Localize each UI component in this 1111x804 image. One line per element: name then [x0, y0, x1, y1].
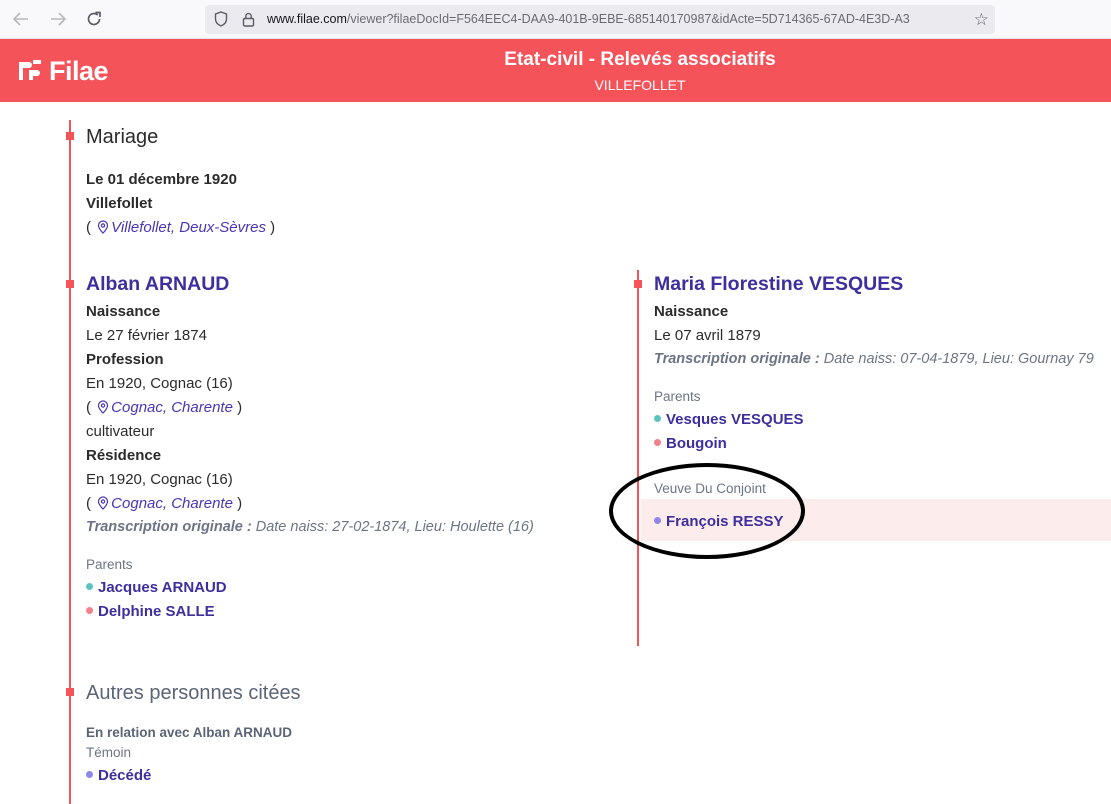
transcription-label: Transcription originale : — [654, 351, 820, 367]
event-date: Le 01 décembre 1920 — [86, 171, 237, 188]
role-label: Témoin — [86, 745, 132, 760]
place-link[interactable]: Cognac, Charente — [111, 495, 233, 512]
page-title: Etat-civil - Relevés associatifs — [504, 49, 776, 70]
groom-residence-where: En 1920, Cognac (16) — [86, 471, 233, 488]
paren: ) — [270, 219, 276, 236]
reload-icon[interactable] — [82, 8, 106, 30]
groom-residence-label: Résidence — [86, 447, 162, 464]
paren: ) — [237, 495, 243, 512]
others-title: Autres personnes citées — [86, 682, 301, 704]
filae-logo[interactable]: Filae — [15, 54, 109, 88]
timeline-marker — [66, 688, 74, 696]
person-name: Bougoin — [666, 435, 727, 452]
timeline-marker — [66, 132, 74, 140]
groom-birth-date: Le 27 février 1874 — [86, 327, 207, 344]
timeline-marker — [634, 280, 642, 288]
back-icon[interactable] — [9, 8, 33, 30]
other-dot-icon — [86, 771, 93, 778]
paren: ( — [86, 399, 91, 416]
lock-icon[interactable] — [240, 11, 256, 27]
relation-label: En relation avec Alban ARNAUD — [86, 725, 293, 740]
bride-name[interactable]: Maria Florestine VESQUES — [654, 273, 903, 296]
bride-transcription: Transcription originale : Date naiss: 07… — [654, 351, 1094, 367]
groom-name[interactable]: Alban ARNAUD — [86, 273, 229, 296]
groom-parents-label: Parents — [86, 557, 133, 572]
star-icon[interactable]: ☆ — [974, 10, 989, 30]
shield-icon[interactable] — [213, 11, 229, 27]
browser-toolbar: www.filae.com/viewer?filaeDocId=F564EEC4… — [0, 0, 1111, 39]
groom-profession-place: ( Cognac, Charente ) — [86, 399, 242, 416]
person-name: Vesques VESQUES — [666, 411, 804, 428]
site-header: Filae Etat-civil - Relevés associatifs V… — [0, 39, 1111, 102]
bride-birth-label: Naissance — [654, 303, 729, 320]
person-name: Jacques ARNAUD — [98, 579, 227, 596]
transcription-value: Date naiss: 07-04-1879, Lieu: Gournay 79 — [823, 351, 1094, 367]
timeline-line — [637, 270, 639, 646]
male-dot-icon — [654, 415, 661, 422]
groom-residence-place: ( Cognac, Charente ) — [86, 495, 242, 512]
page-subtitle: VILLEFOLLET — [594, 77, 686, 93]
place-link[interactable]: Villefollet, Deux-Sèvres — [111, 219, 266, 236]
person-name: Décédé — [98, 767, 152, 784]
event-town: Villefollet — [86, 195, 153, 212]
groom-transcription: Transcription originale : Date naiss: 27… — [86, 519, 534, 535]
person-name: Delphine SALLE — [98, 603, 215, 620]
address-bar[interactable]: www.filae.com/viewer?filaeDocId=F564EEC4… — [205, 5, 995, 34]
location-pin-icon — [98, 220, 109, 234]
location-pin-icon — [98, 400, 109, 414]
timeline-line — [69, 120, 71, 804]
url-text[interactable]: www.filae.com/viewer?filaeDocId=F564EEC4… — [267, 12, 959, 26]
male-dot-icon — [86, 583, 93, 590]
location-pin-icon — [98, 496, 109, 510]
bride-father-link[interactable]: Vesques VESQUES — [654, 411, 804, 428]
annotation-circle — [609, 463, 805, 559]
event-title: Mariage — [86, 126, 159, 148]
groom-profession-label: Profession — [86, 351, 164, 368]
witness-link[interactable]: Décédé — [86, 767, 151, 784]
bride-mother-link[interactable]: Bougoin — [654, 435, 727, 452]
bride-parents-label: Parents — [654, 389, 701, 404]
transcription-label: Transcription originale : — [86, 519, 252, 535]
groom-profession-value: cultivateur — [86, 423, 155, 440]
forward-icon[interactable] — [46, 8, 70, 30]
paren: ) — [237, 399, 243, 416]
female-dot-icon — [654, 439, 661, 446]
logo-text: Filae — [49, 55, 109, 86]
female-dot-icon — [86, 607, 93, 614]
groom-father-link[interactable]: Jacques ARNAUD — [86, 579, 227, 596]
transcription-value: Date naiss: 27-02-1874, Lieu: Houlette (… — [255, 519, 534, 535]
paren: ( — [86, 219, 91, 236]
event-place: ( Villefollet, Deux-Sèvres ) — [86, 219, 275, 236]
bride-birth-date: Le 07 avril 1879 — [654, 327, 761, 344]
groom-mother-link[interactable]: Delphine SALLE — [86, 603, 215, 620]
groom-profession-where: En 1920, Cognac (16) — [86, 375, 233, 392]
paren: ( — [86, 495, 91, 512]
place-link[interactable]: Cognac, Charente — [111, 399, 233, 416]
filae-logo-icon — [19, 60, 41, 80]
groom-birth-label: Naissance — [86, 303, 161, 320]
timeline-marker — [66, 280, 74, 288]
